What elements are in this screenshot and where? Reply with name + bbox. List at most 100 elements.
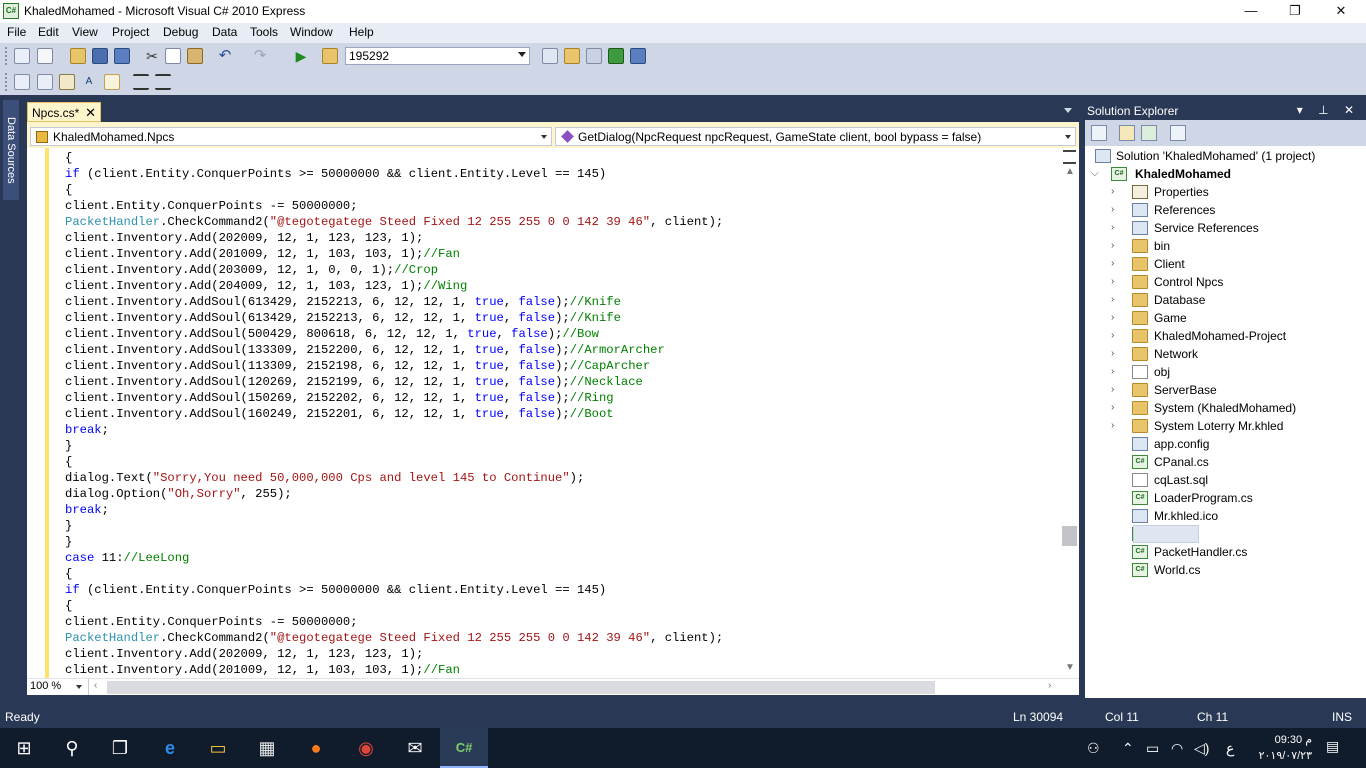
collapse-icon[interactable]: ⌵ [1091,165,1099,183]
open-file-icon[interactable] [70,48,86,64]
expand-icon[interactable]: › [1111,327,1114,345]
tab-npcs-cs[interactable]: Npcs.cs* ✕ [27,102,101,122]
battery-icon[interactable]: ▭ [1146,740,1159,757]
code-line[interactable]: client.Inventory.Add(204009, 12, 1, 103,… [65,278,1055,294]
code-line[interactable]: client.Inventory.AddSoul(160249, 2152201… [65,406,1055,422]
code-line[interactable]: client.Inventory.AddSoul(113309, 2152198… [65,358,1055,374]
clock[interactable]: 09:30 م ٢٠١٩/٠٧/٢٣ [1250,732,1312,764]
menu-window[interactable]: Window [290,25,333,39]
code-line[interactable]: client.Inventory.AddSoul(150269, 2152202… [65,390,1055,406]
code-line[interactable]: if (client.Entity.ConquerPoints >= 50000… [65,582,1055,598]
zoom-combo[interactable]: 100 % [27,679,89,695]
search-icon[interactable]: ⚲ [48,728,96,768]
properties-window-icon[interactable] [586,48,602,64]
scroll-left-icon[interactable]: ‹ [94,680,97,691]
code-line[interactable]: PacketHandler.CheckCommand2("@tegotegate… [65,630,1055,646]
expand-icon[interactable]: › [1111,219,1114,237]
menu-data[interactable]: Data [212,25,237,39]
list-members-icon[interactable] [14,74,30,90]
notifications-icon[interactable]: ▤ [1326,738,1339,755]
menu-edit[interactable]: Edit [38,25,59,39]
paste-icon[interactable] [187,48,203,64]
menu-help[interactable]: Help [349,25,374,39]
chrome-icon[interactable]: ◉ [342,728,390,768]
code-line[interactable]: client.Inventory.Add(201009, 12, 1, 103,… [65,246,1055,262]
code-line[interactable]: client.Inventory.Add(201009, 12, 1, 103,… [65,662,1055,678]
find-icon[interactable] [542,48,558,64]
code-line[interactable]: { [65,454,1055,470]
undo-icon[interactable]: ↶ [217,48,233,64]
menu-project[interactable]: Project [112,25,149,39]
expand-icon[interactable]: › [1111,399,1114,417]
code-line[interactable]: client.Inventory.Add(202009, 12, 1, 123,… [65,646,1055,662]
expand-icon[interactable]: › [1111,201,1114,219]
expand-icon[interactable]: › [1111,255,1114,273]
quick-info-icon[interactable] [59,74,75,90]
expand-icon[interactable]: › [1111,183,1114,201]
code-line[interactable]: client.Inventory.AddSoul(120269, 2152199… [65,374,1055,390]
parameter-info-icon[interactable] [37,74,53,90]
chevron-up-icon[interactable]: ⌃ [1122,740,1134,757]
code-line[interactable]: } [65,534,1055,550]
code-line[interactable]: { [65,598,1055,614]
find-combo[interactable]: 195292 [345,47,530,65]
expand-icon[interactable]: › [1111,237,1114,255]
windows-start-icon[interactable]: ⊞ [0,728,48,768]
start-debugging-icon[interactable]: ▶ [293,48,309,64]
people-icon[interactable]: ⚇ [1087,740,1100,757]
properties-icon[interactable] [1091,125,1107,141]
show-all-files-icon[interactable] [1119,125,1135,141]
task-view-icon[interactable]: ❐ [96,728,144,768]
code-line[interactable]: client.Entity.ConquerPoints -= 50000000; [65,198,1055,214]
expand-icon[interactable]: › [1111,309,1114,327]
horizontal-scrollbar[interactable]: 100 % ‹ › [27,678,1079,695]
tab-dropdown-icon[interactable] [1064,108,1072,113]
solution-explorer-icon[interactable] [564,48,580,64]
code-line[interactable]: break; [65,502,1055,518]
code-line[interactable]: case 11://LeeLong [65,550,1055,566]
code-line[interactable]: client.Inventory.Add(203009, 12, 1, 0, 0… [65,262,1055,278]
code-text[interactable]: {if (client.Entity.ConquerPoints >= 5000… [65,150,1055,678]
save-all-icon[interactable] [114,48,130,64]
object-browser-icon[interactable] [608,48,624,64]
menu-debug[interactable]: Debug [163,25,198,39]
expand-icon[interactable]: › [1111,417,1114,435]
refresh-icon[interactable] [1141,125,1157,141]
redo-icon[interactable]: ↷ [252,48,268,64]
firefox-icon[interactable]: ● [292,728,340,768]
menu-view[interactable]: View [72,25,98,39]
code-line[interactable]: } [65,518,1055,534]
toolbar-grip[interactable] [5,73,9,91]
cut-icon[interactable]: ✂ [144,48,160,64]
scroll-down-icon[interactable]: ▼ [1065,663,1075,673]
code-line[interactable]: client.Inventory.AddSoul(613429, 2152213… [65,310,1055,326]
code-line[interactable]: } [65,438,1055,454]
code-line[interactable]: client.Entity.ConquerPoints -= 50000000; [65,614,1055,630]
minimize-button[interactable]: — [1228,0,1274,23]
code-line[interactable]: PacketHandler.CheckCommand2("@tegotegate… [65,214,1055,230]
wifi-icon[interactable]: ◠ [1171,740,1183,757]
uncomment-icon[interactable] [155,74,171,90]
outdent-icon[interactable] [104,74,120,90]
data-sources-tab[interactable]: Data Sources [3,100,19,200]
code-line[interactable]: { [65,150,1055,166]
file-explorer-icon[interactable]: ▭ [194,728,242,768]
expand-icon[interactable]: › [1111,381,1114,399]
scroll-up-icon[interactable]: ▲ [1065,167,1075,177]
comment-out-icon[interactable] [133,74,149,90]
types-combo[interactable]: KhaledMohamed.Npcs [30,127,552,146]
menu-file[interactable]: File [7,25,26,39]
menu-tools[interactable]: Tools [250,25,278,39]
horizontal-scroll-thumb[interactable] [107,681,935,694]
volume-icon[interactable]: ◁) [1194,740,1209,757]
expand-icon[interactable]: › [1111,291,1114,309]
vertical-scrollbar[interactable]: ▲ ▼ [1060,148,1079,678]
maximize-button[interactable]: ❐ [1272,0,1318,23]
code-line[interactable]: if (client.Entity.ConquerPoints >= 50000… [65,166,1055,182]
view-class-diagram-icon[interactable] [1170,125,1186,141]
close-button[interactable]: ✕ [1318,0,1364,23]
panel-window-buttons[interactable]: ▾ ⊥ ✕ [1297,103,1360,117]
save-icon[interactable] [92,48,108,64]
code-editor[interactable]: {if (client.Entity.ConquerPoints >= 5000… [27,148,1079,678]
edge-icon[interactable]: e [146,728,194,768]
